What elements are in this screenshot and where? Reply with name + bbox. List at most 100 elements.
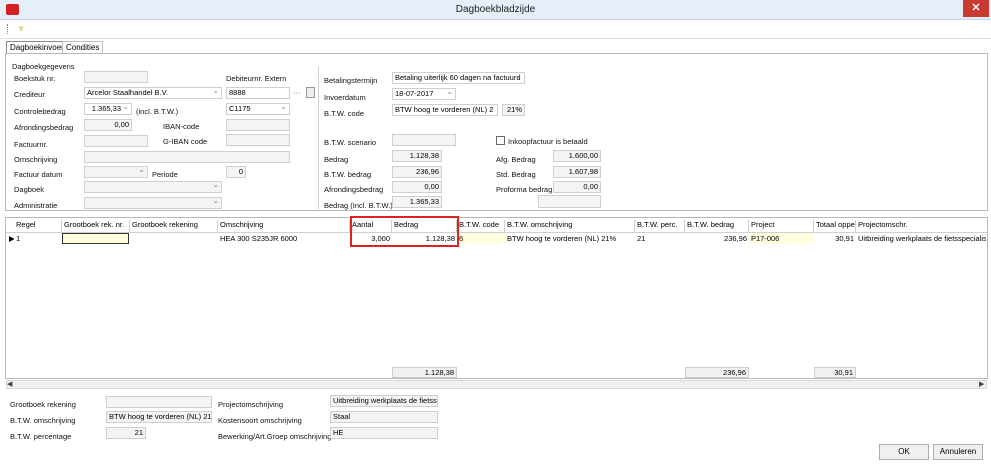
giban-label: G-IBAN code	[163, 137, 208, 146]
boekstuk-field[interactable]	[84, 71, 148, 83]
scenario-label: B.T.W. scenario	[324, 138, 377, 147]
grootboek-info-field	[106, 396, 212, 408]
betalingstermijn-select[interactable]: Betaling uiterlijk 60 dagen na factuurd	[392, 72, 525, 84]
col-btwoms[interactable]: B.T.W. omschrijving	[505, 220, 635, 232]
btwbedrag-label: B.T.W. bedrag	[324, 170, 372, 179]
app-icon	[6, 4, 19, 15]
inkoop-checkbox[interactable]	[496, 136, 505, 145]
kostensoort-info-field: Staal	[330, 411, 438, 423]
btwoms-info-label: B.T.W. omschrijving	[10, 416, 76, 425]
proforma-field: 0,00	[553, 181, 601, 193]
total-btwbedrag: 236,96	[685, 367, 749, 378]
btwperc-info-field: 21	[106, 427, 146, 439]
factuurdatum-label: Factuur datum	[14, 170, 63, 179]
cancel-button[interactable]: Annuleren	[933, 444, 983, 460]
cell-project[interactable]: P17-006	[749, 233, 814, 244]
close-icon[interactable]: ✕	[963, 0, 989, 17]
invoerdatum-field[interactable]: 18-07-2017	[392, 88, 456, 100]
omschrijving-label: Omschrijving	[14, 155, 58, 164]
administratie-select[interactable]	[84, 197, 222, 209]
divider	[318, 66, 319, 209]
cell-grootboeknr[interactable]	[62, 233, 129, 244]
col-regel[interactable]: Regel	[14, 220, 62, 232]
cell-btwbedrag[interactable]: 236,96	[685, 233, 749, 244]
dagboek-select[interactable]	[84, 181, 222, 193]
std-field: 1.607,98	[553, 166, 601, 178]
row-indicator-icon: ▶	[9, 234, 14, 243]
afg-field: 1.600,00	[553, 150, 601, 162]
more-icon[interactable]: ···	[293, 88, 301, 97]
periode-label: Periode	[152, 170, 178, 179]
periode-field[interactable]: 0	[226, 166, 246, 178]
scenario-field[interactable]	[392, 134, 456, 146]
inkoop-label: Inkoopfactuur is betaald	[508, 137, 588, 146]
projectoms-info-field: Uitbreiding werkplaats de fietsspe	[330, 395, 438, 407]
document-icon[interactable]	[306, 87, 315, 98]
toolbar	[0, 20, 991, 39]
afronding2-label: Afrondingsbedrag	[324, 185, 384, 194]
col-btwbedrag[interactable]: B.T.W. bedrag	[685, 220, 749, 232]
omschrijving-field[interactable]	[84, 151, 290, 163]
col-projectoms[interactable]: Projectomschr.	[856, 220, 986, 232]
toolbar-grip	[7, 24, 9, 34]
col-grootboeknr[interactable]: Grootboek rek. nr.	[62, 220, 130, 232]
iban-label: IBAN-code	[163, 122, 200, 131]
crediteur-select[interactable]: Arcelor Staalhandel B.V.	[84, 87, 222, 99]
afronding-label: Afrondingsbedrag	[14, 123, 74, 132]
window-title: Dagboekbladzijde	[455, 4, 536, 15]
tree-structure-icon[interactable]: ♆	[14, 22, 28, 36]
afronding2-field: 0,00	[392, 181, 442, 193]
inclbedrag-label: Bedrag (Incl. B.T.W.)	[324, 201, 393, 210]
horizontal-scrollbar[interactable]	[6, 380, 987, 389]
title-bar: Dagboekbladzijde	[0, 0, 991, 20]
grootboek-info-label: Grootboek rekening	[10, 400, 76, 409]
boekstuk-label: Boekstuk nr.	[14, 74, 56, 83]
tab-dagboekinvoer[interactable]: Dagboekinvoer	[6, 41, 68, 53]
total-totaal: 30,91	[814, 367, 856, 378]
scroll-right-icon[interactable]: ▶	[979, 380, 984, 388]
debiteurnr-field[interactable]: 8888	[226, 87, 290, 99]
afronding-field[interactable]: 0,00	[84, 119, 132, 131]
cell-btwperc[interactable]: 21	[635, 233, 685, 244]
col-btwperc[interactable]: B.T.W. perc.	[635, 220, 685, 232]
btwoms-info-field: BTW hoog te vorderen (NL) 21%	[106, 411, 212, 423]
col-grootboek[interactable]: Grootboek rekening	[130, 220, 218, 232]
scroll-left-icon[interactable]: ◀	[7, 380, 12, 388]
bewerking-info-label: Bewerking/Art.Groep omschrijving	[218, 432, 332, 441]
afg-label: Afg. Bedrag	[496, 155, 536, 164]
btwcode-select[interactable]: BTW hoog te vorderen (NL) 2	[392, 104, 498, 116]
section-title: Dagboekgegevens	[12, 62, 75, 71]
controle-label: Controlebedrag	[14, 107, 66, 116]
factuurdatum-field[interactable]	[84, 166, 148, 178]
cell-omschrijving[interactable]: HEA 300 S235JR 6000	[218, 233, 350, 244]
debiteurnr-label: Debiteurnr. Extern	[226, 74, 287, 83]
projectoms-info-label: Projectomschrijving	[218, 400, 284, 409]
cell-totaal[interactable]: 30,91	[814, 233, 856, 244]
bedrag-label: Bedrag	[324, 155, 349, 164]
col-btwcode[interactable]: B.T.W. code	[457, 220, 505, 232]
cell-grootboek[interactable]	[130, 233, 218, 244]
factuurnr-field[interactable]	[84, 135, 148, 147]
tab-condities[interactable]: Condities	[62, 41, 104, 53]
proforma-button[interactable]	[538, 195, 601, 208]
dagboek-label: Dagboek	[14, 185, 45, 194]
code-select[interactable]: C1175	[226, 103, 290, 115]
controle-field[interactable]: 1.365,33	[84, 103, 132, 115]
col-totaal[interactable]: Totaal oppe	[814, 220, 856, 232]
col-project[interactable]: Project	[749, 220, 814, 232]
iban-field[interactable]	[226, 119, 290, 131]
btwbedrag-field: 236,96	[392, 166, 442, 178]
btwperc-info-label: B.T.W. percentage	[10, 432, 72, 441]
btwcode-pct: 21%	[502, 104, 525, 116]
highlight-box	[350, 216, 459, 247]
std-label: Std. Bedrag	[496, 170, 536, 179]
giban-field[interactable]	[226, 134, 290, 146]
cell-btwcode[interactable]: 6	[457, 233, 505, 244]
col-omschrijving[interactable]: Omschrijving	[218, 220, 350, 232]
total-bedrag: 1.128,38	[392, 367, 457, 378]
cell-btwoms[interactable]: BTW hoog te vorderen (NL) 21%	[505, 233, 635, 244]
cell-regel[interactable]: 1	[14, 233, 62, 244]
cell-projectoms[interactable]: Uitbreiding werkplaats de fietsspecialis…	[856, 233, 986, 244]
btwcode-label: B.T.W. code	[324, 109, 365, 118]
ok-button[interactable]: OK	[879, 444, 929, 460]
